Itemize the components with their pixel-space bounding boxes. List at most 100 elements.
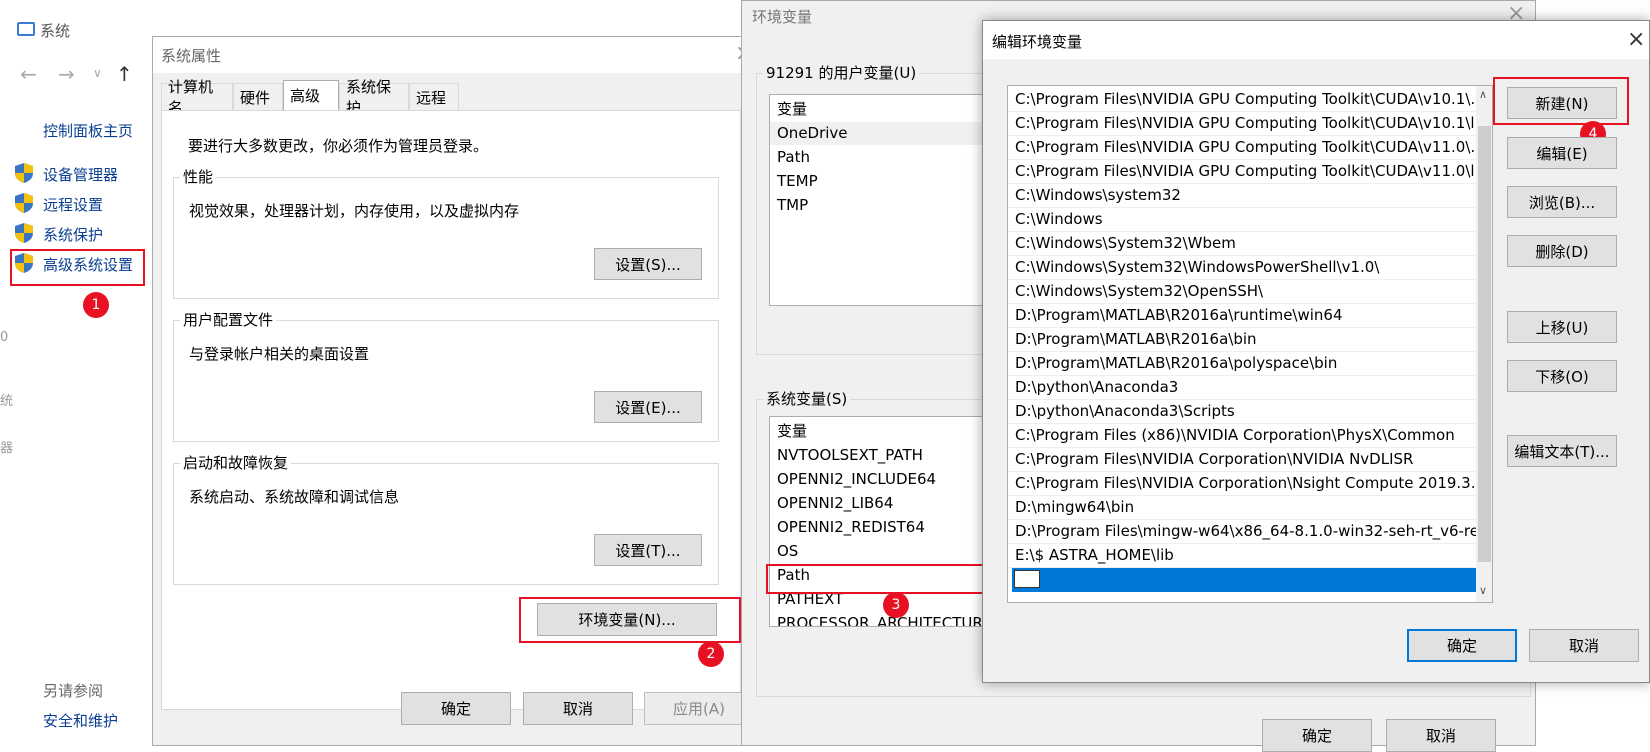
performance-title: 性能 xyxy=(180,166,217,187)
sys-vars-header[interactable]: 变量 xyxy=(770,420,807,443)
list-item[interactable]: D:\Program\MATLAB\R2016a\runtime\win64 xyxy=(1008,304,1483,328)
performance-settings-button[interactable]: 设置(S)... xyxy=(594,248,702,280)
list-item[interactable]: C:\Program Files\NVIDIA Corporation\NVID… xyxy=(1008,448,1483,472)
list-item[interactable]: D:\python\Anaconda3\Scripts xyxy=(1008,400,1483,424)
list-item[interactable]: OPENNI2_INCLUDE64 xyxy=(770,468,936,491)
delete-button[interactable]: 删除(D) xyxy=(1507,235,1617,267)
annotation-box-4 xyxy=(1493,77,1629,125)
annotation-box-1 xyxy=(10,249,145,286)
shield-icon xyxy=(15,223,33,243)
tab-hardware[interactable]: 硬件 xyxy=(233,83,283,110)
list-item[interactable]: OS xyxy=(770,540,798,563)
list-item[interactable]: C:\Program Files\NVIDIA GPU Computing To… xyxy=(1008,112,1489,136)
list-item[interactable]: C:\Program Files (x86)\NVIDIA Corporatio… xyxy=(1008,424,1483,448)
annotation-box-3 xyxy=(766,564,996,594)
edit-button[interactable]: 编辑(E) xyxy=(1507,137,1617,169)
system-window-icon xyxy=(17,22,35,36)
list-scrollbar[interactable]: ∧ ∨ xyxy=(1476,86,1492,602)
props-cancel-button[interactable]: 取消 xyxy=(523,692,633,725)
tab-system-protection[interactable]: 系统保护 xyxy=(339,78,409,117)
edit-ok-button[interactable]: 确定 xyxy=(1407,629,1517,662)
edit-cancel-button[interactable]: 取消 xyxy=(1529,629,1639,662)
nav-security-maintenance[interactable]: 安全和维护 xyxy=(43,710,118,731)
shield-icon xyxy=(15,163,33,183)
shield-icon xyxy=(15,193,33,213)
list-item[interactable]: D:\Program\MATLAB\R2016a\bin xyxy=(1008,328,1483,352)
list-item[interactable]: OPENNI2_LIB64 xyxy=(770,492,893,515)
close-icon[interactable]: × xyxy=(1627,29,1645,51)
tab-computer-name[interactable]: 计算机名 xyxy=(161,78,233,117)
system-window-title: 系统 xyxy=(40,22,71,40)
list-item[interactable]: C:\Program Files\NVIDIA GPU Computing To… xyxy=(1008,88,1485,112)
edit-text-button[interactable]: 编辑文本(T)... xyxy=(1507,435,1617,467)
user-vars-header[interactable]: 变量 xyxy=(770,98,807,121)
tab-strip: 计算机名 硬件 高级 系统保护 远程 xyxy=(161,78,741,117)
list-item[interactable]: PROCESSOR_ARCHITECTUR xyxy=(770,612,983,626)
list-item[interactable]: C:\Program Files\NVIDIA GPU Computing To… xyxy=(1008,160,1489,184)
env-cancel-button[interactable]: 取消 xyxy=(1386,719,1496,752)
props-ok-button[interactable]: 确定 xyxy=(401,692,511,725)
nav-device-manager[interactable]: 设备管理器 xyxy=(43,164,118,185)
system-properties-titlebar: 系统属性 × xyxy=(153,37,753,73)
annotation-badge-2: 2 xyxy=(698,641,724,667)
annotation-badge-3: 3 xyxy=(883,592,909,618)
list-item[interactable]: C:\Windows\system32 xyxy=(1008,184,1483,208)
startup-recovery-desc: 系统启动、系统故障和调试信息 xyxy=(189,488,400,506)
tab-advanced[interactable]: 高级 xyxy=(283,80,339,110)
path-entries-list[interactable]: C:\Program Files\NVIDIA GPU Computing To… xyxy=(1007,85,1493,603)
move-up-button[interactable]: 上移(U) xyxy=(1507,311,1617,343)
forward-arrow-icon[interactable]: → xyxy=(58,62,75,86)
user-profile-title: 用户配置文件 xyxy=(180,309,277,330)
list-item[interactable]: OPENNI2_REDIST64 xyxy=(770,516,925,539)
scroll-up-icon[interactable]: ∧ xyxy=(1479,88,1487,101)
back-arrow-icon[interactable]: ← xyxy=(20,62,37,86)
user-profile-desc: 与登录帐户相关的桌面设置 xyxy=(189,345,370,363)
admin-note: 要进行大多数更改，你必须作为管理员登录。 xyxy=(188,137,489,155)
nav-control-panel-home[interactable]: 控制面板主页 xyxy=(43,120,133,141)
list-item[interactable]: D:\mingw64\bin xyxy=(1008,496,1483,520)
list-item[interactable]: Path xyxy=(770,146,810,169)
move-down-button[interactable]: 下移(O) xyxy=(1507,360,1617,392)
system-variables-title: 系统变量(S) xyxy=(763,388,851,409)
user-profile-settings-button[interactable]: 设置(E)... xyxy=(594,391,702,423)
browse-button[interactable]: 浏览(B)... xyxy=(1507,186,1617,218)
tab-remote[interactable]: 远程 xyxy=(409,83,459,110)
nav-remote-settings[interactable]: 远程设置 xyxy=(43,194,103,215)
list-item[interactable]: C:\Windows\System32\OpenSSH\ xyxy=(1008,280,1483,304)
new-entry-row xyxy=(1012,568,1476,592)
list-item[interactable]: TMP xyxy=(770,194,808,217)
scroll-down-icon[interactable]: ∨ xyxy=(1479,584,1487,597)
nav-system-protection[interactable]: 系统保护 xyxy=(43,224,103,245)
list-item[interactable]: D:\Program\MATLAB\R2016a\polyspace\bin xyxy=(1008,352,1483,376)
edge-char: 0 xyxy=(0,330,9,345)
system-properties-title: 系统属性 xyxy=(161,47,222,65)
list-item[interactable]: C:\Windows\System32\WindowsPowerShell\v1… xyxy=(1008,256,1483,280)
chevron-down-icon[interactable]: ∨ xyxy=(93,66,102,80)
scroll-thumb[interactable] xyxy=(1478,126,1491,562)
annotation-box-2 xyxy=(519,597,741,643)
performance-desc: 视觉效果，处理器计划，内存使用，以及虚拟内存 xyxy=(189,202,520,220)
startup-recovery-settings-button[interactable]: 设置(T)... xyxy=(594,534,702,566)
edit-dialog-titlebar: 编辑环境变量 × xyxy=(983,21,1649,59)
user-variables-title: 91291 的用户变量(U) xyxy=(763,62,920,83)
see-also-label: 另请参阅 xyxy=(43,682,104,700)
list-item[interactable]: C:\Windows xyxy=(1008,208,1483,232)
list-item[interactable]: C:\Program Files\NVIDIA GPU Computing To… xyxy=(1008,136,1485,160)
list-item[interactable]: C:\Windows\System32\Wbem xyxy=(1008,232,1483,256)
list-item[interactable]: D:\Program Files\mingw-w64\x86_64-8.1.0-… xyxy=(1008,520,1492,544)
edit-environment-variable-dialog: 编辑环境变量 × C:\Program Files\NVIDIA GPU Com… xyxy=(982,20,1650,683)
startup-recovery-group: 启动和故障恢复 系统启动、系统故障和调试信息 设置(T)... xyxy=(173,452,719,585)
env-ok-button[interactable]: 确定 xyxy=(1262,719,1372,752)
new-entry-input[interactable] xyxy=(1014,570,1040,588)
props-apply-button[interactable]: 应用(A) xyxy=(644,692,754,725)
user-profile-group: 用户配置文件 与登录帐户相关的桌面设置 设置(E)... xyxy=(173,309,719,442)
startup-recovery-title: 启动和故障恢复 xyxy=(180,452,292,473)
up-arrow-icon[interactable]: ↑ xyxy=(116,62,133,86)
list-item[interactable]: E:\$ ASTRA_HOME\lib xyxy=(1008,544,1483,568)
list-item[interactable]: D:\python\Anaconda3 xyxy=(1008,376,1483,400)
list-item[interactable]: TEMP xyxy=(770,170,818,193)
performance-group: 性能 视觉效果，处理器计划，内存使用，以及虚拟内存 设置(S)... xyxy=(173,166,719,299)
edge-char: 统 xyxy=(0,394,14,409)
list-item[interactable]: NVTOOLSEXT_PATH xyxy=(770,444,923,467)
list-item[interactable]: C:\Program Files\NVIDIA Corporation\Nsig… xyxy=(1008,472,1490,496)
